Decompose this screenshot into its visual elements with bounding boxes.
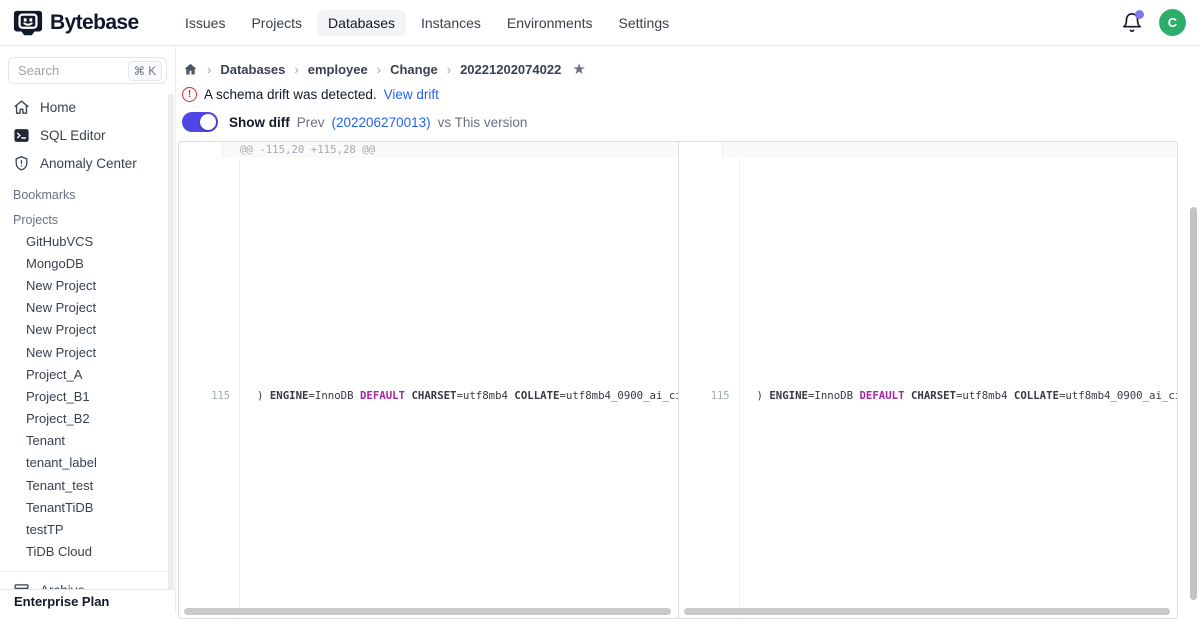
projects-list: GitHubVCSMongoDBNew ProjectNew ProjectNe… (0, 230, 175, 563)
bookmarks-section-label: Bookmarks (13, 188, 175, 202)
diff-line: 115) ENGINE=InnoDB DEFAULT CHARSET=utf8m… (679, 158, 1178, 618)
project-item[interactable]: Tenant_test (0, 474, 175, 496)
sidebar-item-label: Home (40, 100, 76, 115)
breadcrumb-separator: › (447, 62, 451, 77)
breadcrumb-item[interactable]: Databases (220, 62, 285, 77)
main-nav: IssuesProjectsDatabasesInstancesEnvironm… (174, 10, 680, 36)
sidebar-item-label: SQL Editor (40, 128, 106, 143)
code-line (723, 142, 1178, 158)
nav-item-settings[interactable]: Settings (608, 10, 681, 36)
code-line: @@ -115,20 +115,28 @@ (223, 142, 678, 158)
sidebar-item-home[interactable]: Home (0, 93, 175, 121)
star-icon[interactable]: ★ (572, 60, 585, 78)
nav-item-issues[interactable]: Issues (174, 10, 236, 36)
schema-diff-viewer: @@ -115,20 +115,28 @@115) ENGINE=InnoDB … (178, 141, 1178, 619)
line-number (679, 142, 723, 158)
nav-item-projects[interactable]: Projects (240, 10, 313, 36)
project-item[interactable]: Project_B1 (0, 385, 175, 407)
breadcrumb-item[interactable]: employee (308, 62, 368, 77)
search-input[interactable] (18, 63, 104, 78)
alert-text: A schema drift was detected. (204, 87, 377, 102)
sidebar-nav: Home SQL Editor Anomaly Center (0, 93, 175, 177)
search-shortcut-badge: ⌘ K (128, 61, 162, 81)
breadcrumb-separator: › (377, 62, 381, 77)
home-icon (13, 99, 30, 116)
diff-line (679, 142, 1178, 158)
project-item[interactable]: New Project (0, 297, 175, 319)
window-scrollbar[interactable] (1190, 207, 1197, 600)
project-item[interactable]: New Project (0, 274, 175, 296)
project-item[interactable]: New Project (0, 341, 175, 363)
project-item[interactable]: Tenant (0, 430, 175, 452)
diff-pane-previous: @@ -115,20 +115,28 @@115) ENGINE=InnoDB … (179, 142, 678, 618)
home-icon[interactable] (183, 62, 198, 77)
sidebar: ⌘ K Home SQL Editor Anomaly Center Bookmar… (0, 46, 176, 613)
project-item[interactable]: Project_A (0, 363, 175, 385)
breadcrumb-separator: › (294, 62, 298, 77)
project-item[interactable]: tenant_label (0, 452, 175, 474)
sidebar-item-anomaly-center[interactable]: Anomaly Center (0, 149, 175, 177)
terminal-icon (13, 127, 30, 144)
sidebar-item-sql-editor[interactable]: SQL Editor (0, 121, 175, 149)
line-number: 115 (696, 158, 740, 618)
avatar[interactable]: C (1159, 9, 1186, 36)
code-line: ) ENGINE=InnoDB DEFAULT CHARSET=utf8mb4 … (240, 158, 678, 618)
breadcrumb-item[interactable]: Change (390, 62, 438, 77)
diff-line: 115) ENGINE=InnoDB DEFAULT CHARSET=utf8m… (179, 158, 678, 618)
prev-version-link[interactable]: (202206270013) (332, 115, 431, 130)
vs-label: vs This version (438, 115, 528, 130)
sidebar-divider (0, 571, 175, 572)
horizontal-scrollbar[interactable] (684, 608, 1171, 615)
plan-label: Enterprise Plan (0, 589, 175, 613)
notification-badge (1135, 10, 1144, 19)
brand-name: Bytebase (50, 11, 139, 35)
show-diff-toggle[interactable] (182, 112, 218, 132)
prev-label: Prev (297, 115, 325, 130)
breadcrumb-separator: › (207, 62, 211, 77)
breadcrumb-item[interactable]: 20221202074022 (460, 62, 561, 77)
project-item[interactable]: testTP (0, 518, 175, 540)
top-navbar: Bytebase IssuesProjectsDatabasesInstance… (0, 0, 1200, 46)
schema-drift-alert: ! A schema drift was detected. View drif… (182, 85, 1200, 103)
line-number: 115 (196, 158, 240, 618)
project-item[interactable]: Project_B2 (0, 408, 175, 430)
nav-item-instances[interactable]: Instances (410, 10, 492, 36)
shield-icon (13, 155, 30, 172)
bytebase-logo-icon (13, 8, 43, 38)
sidebar-item-label: Anomaly Center (40, 156, 137, 171)
nav-item-databases[interactable]: Databases (317, 10, 406, 36)
notification-bell-button[interactable] (1121, 12, 1143, 34)
toggle-knob (200, 114, 216, 130)
diff-line: @@ -115,20 +115,28 @@ (179, 142, 678, 158)
horizontal-scrollbar[interactable] (184, 608, 671, 615)
main-content: › Databases › employee › Change › 2022120207402… (176, 46, 1200, 613)
breadcrumb: › Databases › employee › Change › 2022120207402… (183, 60, 1200, 78)
code-line: ) ENGINE=InnoDB DEFAULT CHARSET=utf8mb4 … (740, 158, 1178, 618)
diff-pane-current: 115) ENGINE=InnoDB DEFAULT CHARSET=utf8m… (678, 142, 1178, 618)
project-item[interactable]: TiDB Cloud (0, 541, 175, 563)
search-box[interactable]: ⌘ K (8, 57, 167, 84)
view-drift-link[interactable]: View drift (384, 87, 439, 102)
projects-section-label: Projects (13, 213, 175, 227)
show-diff-label: Show diff (229, 115, 290, 130)
diff-toolbar: Show diff Prev (202206270013) vs This ve… (182, 112, 1200, 132)
project-item[interactable]: New Project (0, 319, 175, 341)
sidebar-scrollbar[interactable] (168, 94, 174, 603)
nav-item-environments[interactable]: Environments (496, 10, 604, 36)
project-item[interactable]: MongoDB (0, 252, 175, 274)
alert-exclamation-icon: ! (182, 87, 197, 102)
line-number (179, 142, 223, 158)
bytebase-logo[interactable]: Bytebase (0, 8, 174, 38)
project-item[interactable]: GitHubVCS (0, 230, 175, 252)
project-item[interactable]: TenantTiDB (0, 496, 175, 518)
